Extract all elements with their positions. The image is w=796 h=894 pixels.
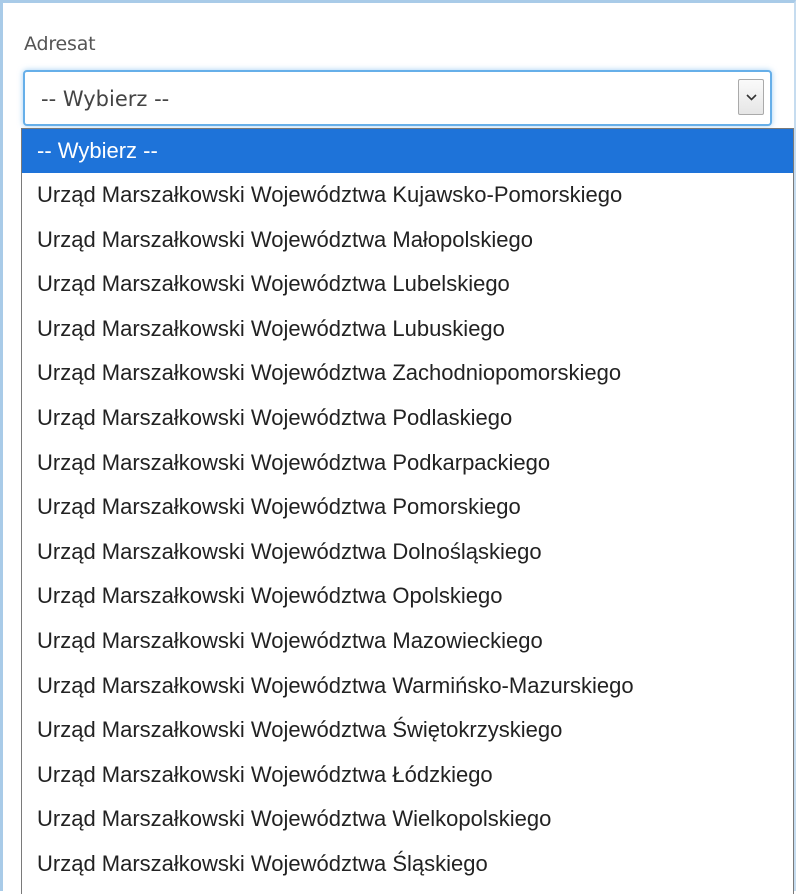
option-placeholder[interactable]: -- Wybierz -- bbox=[22, 129, 793, 173]
adresat-select[interactable]: -- Wybierz -- bbox=[23, 70, 772, 126]
dropdown-option[interactable]: Urząd Marszałkowski Województwa Podlaski… bbox=[22, 396, 793, 441]
dropdown-option[interactable]: Urząd Marszałkowski Województwa Pomorski… bbox=[22, 485, 793, 530]
dropdown-option[interactable]: Urząd Marszałkowski Województwa Podkarpa… bbox=[22, 441, 793, 486]
select-arrow-button[interactable] bbox=[738, 79, 764, 115]
dropdown-option[interactable]: Urząd Marszałkowski Województwa Mazowiec… bbox=[22, 619, 793, 664]
dropdown-option[interactable]: Urząd Marszałkowski Województwa Opolskie… bbox=[22, 574, 793, 619]
form-panel: Adresat -- Wybierz -- -- Wybierz -- Urząd… bbox=[0, 0, 796, 894]
select-current-value: -- Wybierz -- bbox=[41, 87, 170, 111]
dropdown-option[interactable]: Urząd Marszałkowski Województwa Łódzkieg… bbox=[22, 753, 793, 798]
adresat-options-list: -- Wybierz -- Urząd Marszałkowski Wojewód… bbox=[21, 128, 794, 894]
dropdown-option[interactable]: Urząd Marszałkowski Województwa Świętokr… bbox=[22, 708, 793, 753]
dropdown-option[interactable]: Urząd Marszałkowski Województwa Dolnoślą… bbox=[22, 530, 793, 575]
dropdown-option[interactable]: Urząd Marszałkowski Województwa Zachodni… bbox=[22, 351, 793, 396]
dropdown-option[interactable]: Urząd Marszałkowski Województwa Lubuskie… bbox=[22, 307, 793, 352]
dropdown-option[interactable]: Urząd Marszałkowski Województwa Kujawsko… bbox=[22, 173, 793, 218]
dropdown-option[interactable]: Urząd Marszałkowski Województwa Małopols… bbox=[22, 218, 793, 263]
chevron-down-icon bbox=[746, 94, 757, 101]
dropdown-option[interactable]: Urząd Marszałkowski Województwa Wielkopo… bbox=[22, 797, 793, 842]
dropdown-option[interactable]: Urząd Marszałkowski Województwa Warmińsk… bbox=[22, 664, 793, 709]
adresat-label: Adresat bbox=[24, 33, 96, 55]
dropdown-option[interactable]: Urząd Marszałkowski Województwa Śląskieg… bbox=[22, 842, 793, 887]
dropdown-option[interactable]: Urząd Marszałkowski Województwa Lubelski… bbox=[22, 262, 793, 307]
